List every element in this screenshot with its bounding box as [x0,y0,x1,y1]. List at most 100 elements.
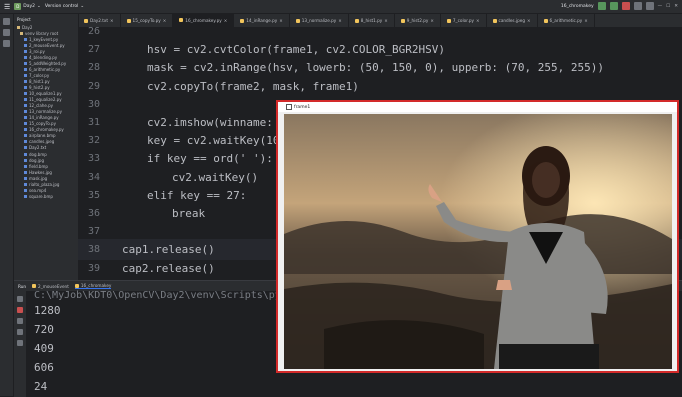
scroll-icon[interactable] [17,318,23,324]
file-icon [24,55,27,59]
file-icon [24,188,27,192]
tree-item-label: mask.jpg [29,175,48,181]
run-tab-mouseevent[interactable]: 2_mouseEvent [32,284,69,289]
debug-button[interactable] [609,2,618,10]
code-text: cap1.release() [122,243,215,257]
file-icon [24,164,27,168]
settings-icon[interactable] [645,2,654,10]
tree-item-label: 3_roi.py [29,48,45,54]
tree-item-label: dog.jpg [29,157,44,163]
main-menu-button[interactable]: ☰ [4,3,10,11]
run-tab-label: 2_mouseEvent [38,283,69,289]
line-number: 30 [87,98,100,110]
file-icon [24,67,27,71]
print-icon[interactable] [17,329,23,335]
tree-item-label: square.bmp [29,193,53,199]
tree-item-label: rialto_plaza.jpg [29,181,60,187]
structure-icon[interactable] [3,29,10,36]
code-text: cap2.release() [122,261,215,275]
tree-item-label: 12_clahe.py [29,103,54,109]
code-text: key = cv2.waitKey(10) [147,134,287,148]
version-control-menu[interactable]: Version control ⌄ [45,4,84,9]
chevron-down-icon: ⌄ [80,4,85,9]
file-icon [24,37,27,41]
file-icon [24,98,27,102]
file-icon [24,176,27,180]
tree-item-label: venv library root [25,30,59,36]
line-number: 26 [87,26,100,37]
file-icon [24,104,27,108]
line-number: 33 [87,153,100,165]
more-icon[interactable] [3,40,10,47]
file-icon [24,43,27,47]
file-icon [24,152,27,156]
close-button[interactable]: ✕ [674,4,678,9]
tree-item-label: sea.mp4 [29,187,47,193]
tree-item[interactable]: square.bmp [14,193,78,199]
run-config-selector[interactable]: 16_chromakey [561,4,594,9]
line-number: 29 [87,80,100,92]
tree-item-label: 2_mouseEvent.py [29,42,65,48]
tree-item-label: Hawkes.jpg [29,169,52,175]
python-icon [74,283,79,288]
tree-item-label: 15_copyTo.py [29,121,56,127]
run-label: Run [18,283,27,289]
tree-item-label: 5_addWeighted.py [29,60,67,66]
file-icon [24,122,27,126]
console-line: 24 [34,380,48,393]
stop-button[interactable] [621,2,630,10]
file-icon [24,92,27,96]
line-number: 38 [87,244,100,256]
rerun-icon[interactable] [17,296,23,302]
window-icon [286,104,292,110]
stop-icon[interactable] [17,307,23,313]
code-text: if key == ord(' '): [147,152,273,166]
run-tab-chromakey[interactable]: 16_chromakey [74,283,112,289]
tree-item-label: 13_normalize.py [29,109,62,115]
python-icon [32,284,37,288]
run-tab-label: 16_chromakey [80,283,112,288]
project-switcher[interactable]: D Day2 ⌄ [14,3,41,10]
folder-icon [20,31,23,35]
file-icon [24,134,27,138]
title-bar: ☰ D Day2 ⌄ Version control ⌄ 16_chromake… [0,0,682,14]
line-number: 36 [87,208,100,219]
file-icon [24,85,27,89]
file-icon [24,79,27,83]
frame1-window[interactable]: frame1 [276,100,679,373]
file-icon [24,146,27,150]
chromakey-scene [284,114,672,369]
code-text: break [172,207,206,220]
run-toolbar [14,291,26,397]
project-header-label: Project [17,16,31,22]
file-icon [24,140,27,144]
tree-item-label: Day2.txt [29,145,47,151]
line-number: 35 [87,189,100,201]
line-number: 34 [87,171,100,183]
video-frame [284,114,672,369]
tree-item-label: field.bmp [29,163,48,169]
project-panel: Project Day2 venv library root 1_keyEvent… [14,14,79,280]
trash-icon[interactable] [17,340,23,346]
tree-item-label: candles.jpeg [29,139,55,145]
file-icon [24,73,27,77]
frame1-titlebar[interactable]: frame1 [278,102,677,112]
maximize-button[interactable]: ☐ [666,4,670,9]
tree-item-label: 16_chromakey.py [29,127,64,133]
version-control-label: Version control [44,4,79,9]
tree-item-label: 9_hist2.py [29,84,50,90]
file-icon [24,116,27,120]
minimize-button[interactable]: — [658,4,663,9]
file-icon [24,158,27,162]
line-number: 39 [87,262,100,274]
line-number: 28 [87,62,100,74]
file-icon [24,61,27,65]
chevron-down-icon: ⌄ [37,4,41,9]
file-icon [24,194,27,198]
search-icon[interactable] [633,2,642,10]
code-text: mask = cv2.inRange(hsv, lowerb: (50, 150… [147,61,604,75]
folder-icon[interactable] [3,18,10,25]
file-icon [24,182,27,186]
run-button[interactable] [597,2,606,10]
project-header[interactable]: Project [14,14,78,24]
